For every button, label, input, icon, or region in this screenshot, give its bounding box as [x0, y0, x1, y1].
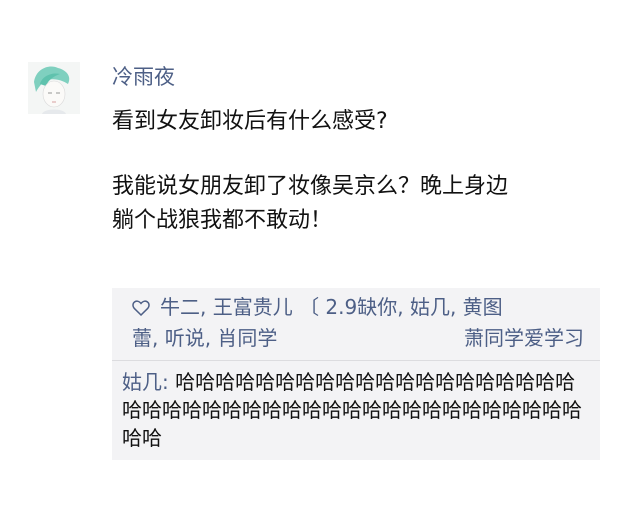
post-answer-line-1: 我能说女朋友卸了妆像吴京么？晚上身边 [112, 174, 509, 199]
comment-text: 哈哈哈哈哈哈哈哈哈哈哈哈哈哈哈哈哈哈哈哈哈哈哈哈哈哈哈哈哈哈哈哈哈哈哈哈哈哈哈哈… [122, 370, 582, 450]
divider [112, 360, 600, 361]
post-answer-line-2: 躺个战狼我都不敢动！ [112, 208, 333, 233]
likes-line-2: 蕾, 听说, 肖同学 萧同学爱学习 [132, 323, 592, 354]
comment-author[interactable]: 姑几: [122, 370, 169, 394]
comment-item[interactable]: 姑几: 哈哈哈哈哈哈哈哈哈哈哈哈哈哈哈哈哈哈哈哈哈哈哈哈哈哈哈哈哈哈哈哈哈哈哈哈… [122, 368, 592, 452]
post-answer: 我能说女朋友卸了妆像吴京么？晚上身边 躺个战狼我都不敢动！ [112, 170, 612, 238]
likers-text-2[interactable]: 蕾, 听说, 肖同学 [132, 326, 277, 350]
likes-line-1: 牛二, 王富贵儿 〔 2.9缺你, 姑几, 黄图 [132, 292, 592, 323]
likers-text-3[interactable]: 萧同学爱学习 [464, 323, 584, 354]
heart-icon[interactable] [132, 294, 152, 325]
post-author-name[interactable]: 冷雨夜 [112, 62, 175, 92]
post-question: 看到女友卸妆后有什么感受? [112, 109, 388, 134]
avatar[interactable] [28, 62, 80, 114]
likers-text-1[interactable]: 牛二, 王富贵儿 〔 2.9缺你, 姑几, 黄图 [160, 295, 503, 319]
likes-list: 牛二, 王富贵儿 〔 2.9缺你, 姑几, 黄图 蕾, 听说, 肖同学 萧同学爱… [132, 292, 592, 354]
